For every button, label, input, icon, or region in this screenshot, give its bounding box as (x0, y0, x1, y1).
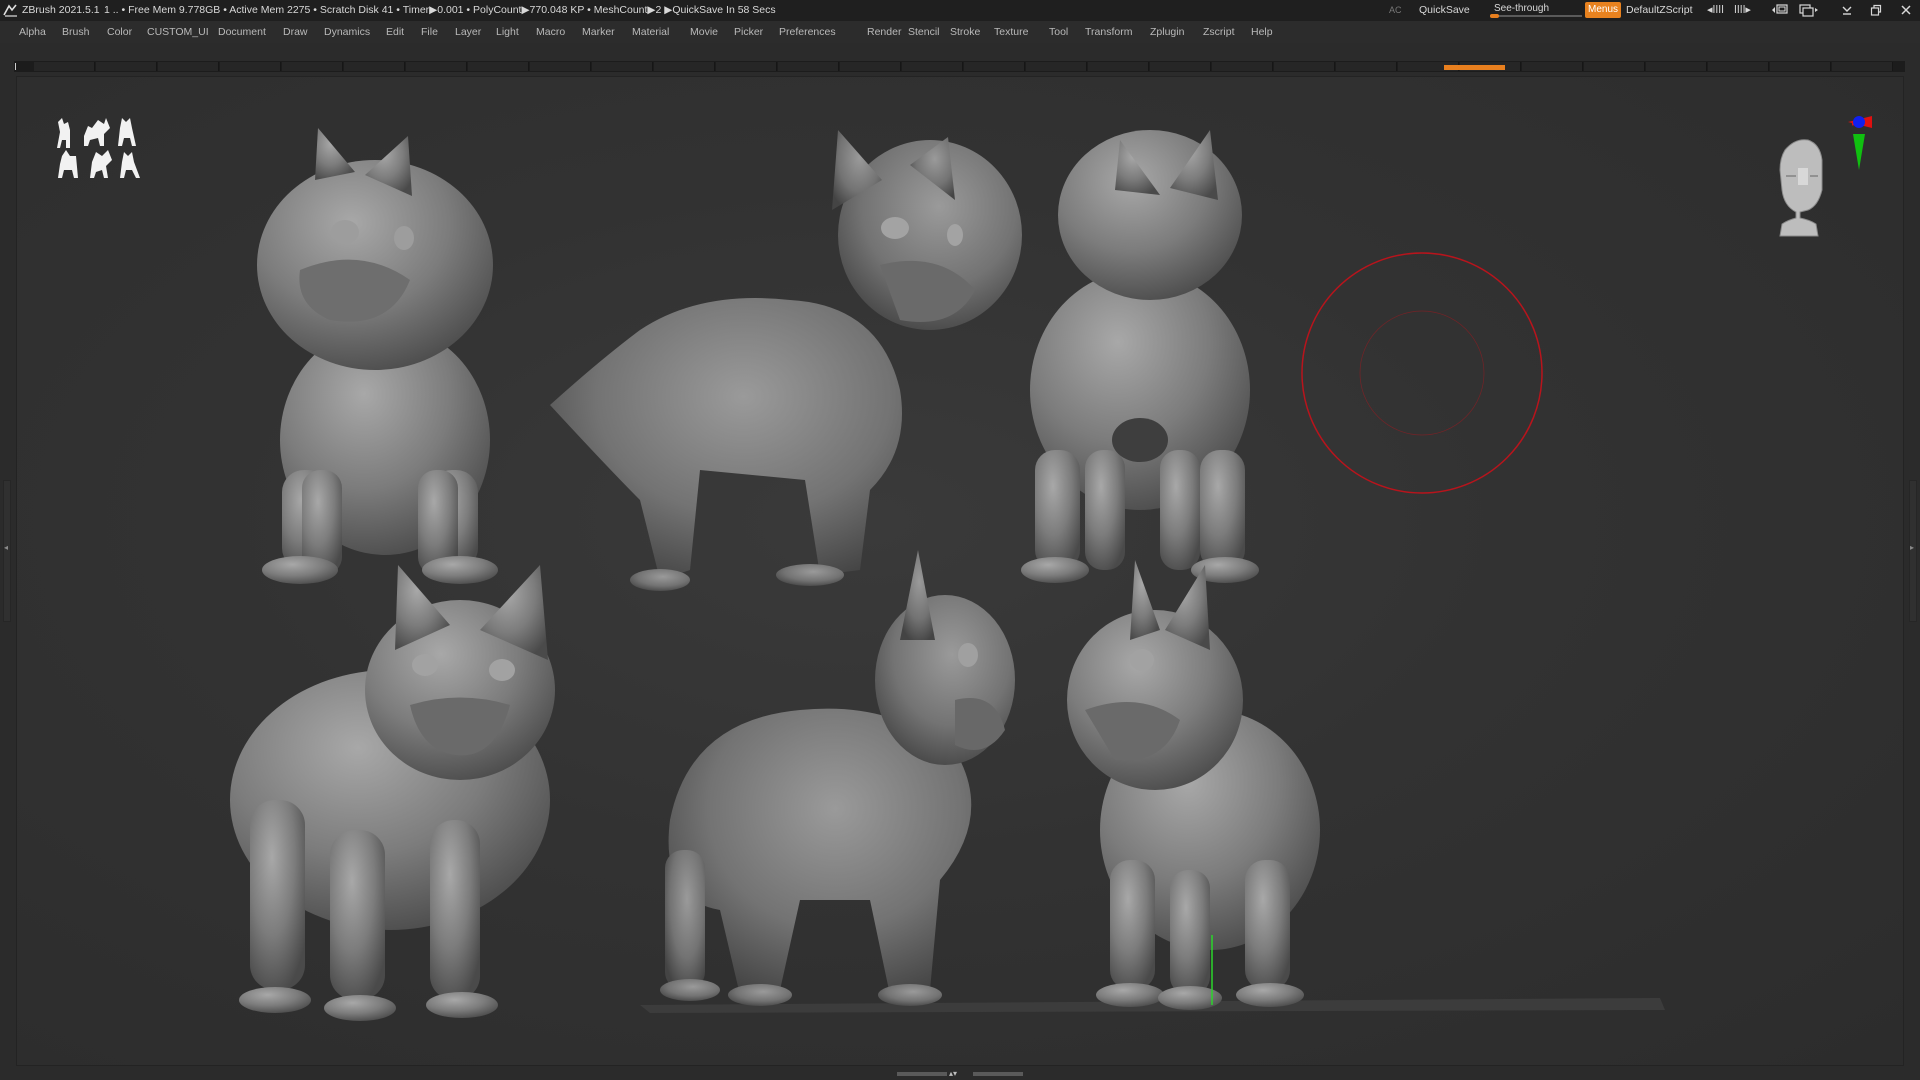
bottom-tray-handle[interactable]: ▴▾ (897, 1069, 1023, 1078)
left-tray-handle[interactable]: ◂ (3, 480, 11, 622)
default-zscript-label[interactable]: DefaultZScript (1626, 4, 1693, 16)
shelf-slot[interactable] (1336, 62, 1397, 71)
shelf-slot[interactable] (902, 62, 963, 71)
shelf-slot[interactable] (1212, 62, 1273, 71)
bottom-tray-arrow-icon: ▴▾ (949, 1069, 958, 1078)
shelf-slot[interactable] (158, 62, 219, 71)
shelf-slot[interactable] (220, 62, 281, 71)
shelf-slot[interactable] (344, 62, 405, 71)
menu-item-stroke[interactable]: Stroke (950, 26, 980, 38)
shelf-slot[interactable] (530, 62, 591, 71)
menu-item-dynamics[interactable]: Dynamics (324, 26, 370, 38)
menu-item-material[interactable]: Material (632, 26, 669, 38)
shelf-slot[interactable] (406, 62, 467, 71)
minimize-icon[interactable] (1841, 3, 1853, 17)
document-border (16, 76, 1904, 1066)
right-tray-handle[interactable]: ▸ (1909, 480, 1917, 622)
shelf-slot[interactable] (1832, 62, 1893, 71)
zbrush-logo-icon (3, 4, 17, 17)
bottom-tray-bar-right (973, 1072, 1023, 1076)
shelf-slot[interactable] (1026, 62, 1087, 71)
menu-item-macro[interactable]: Macro (536, 26, 565, 38)
menu-item-zscript[interactable]: Zscript (1203, 26, 1235, 38)
status-readout: 1 .. • Free Mem 9.778GB • Active Mem 227… (104, 4, 776, 16)
app-title: ZBrush 2021.5.1 (22, 4, 100, 16)
menu-item-file[interactable]: File (421, 26, 438, 38)
menu-item-document[interactable]: Document (218, 26, 266, 38)
menu-item-movie[interactable]: Movie (690, 26, 718, 38)
restore-icon[interactable] (1870, 3, 1882, 17)
menu-item-marker[interactable]: Marker (582, 26, 615, 38)
shelf-slot[interactable] (1584, 62, 1645, 71)
shelf-marker (15, 63, 16, 70)
see-through-fill (1490, 14, 1500, 18)
menu-item-preferences[interactable]: Preferences (779, 26, 836, 38)
menu-item-custom-ui[interactable]: CUSTOM_UI (147, 26, 209, 38)
see-through-label: See-through (1494, 3, 1550, 14)
quicksave-button[interactable]: QuickSave (1416, 2, 1473, 19)
shelf-slot[interactable] (1274, 62, 1335, 71)
shelf-slot[interactable] (1088, 62, 1149, 71)
shelf-slot[interactable] (840, 62, 901, 71)
top-shelf (14, 61, 1905, 72)
menu-bar: Alpha Brush Color CUSTOM_UI Document Draw Dyna… (0, 21, 1920, 43)
shelf-slot[interactable] (964, 62, 1025, 71)
menu-item-render[interactable]: Render (867, 26, 901, 38)
shelf-slot[interactable] (468, 62, 529, 71)
shelf-slot[interactable] (1708, 62, 1769, 71)
menu-item-texture[interactable]: Texture (994, 26, 1028, 38)
menu-item-zplugin[interactable]: Zplugin (1150, 26, 1184, 38)
bottom-tray-bar-left (897, 1072, 947, 1076)
document-canvas[interactable] (16, 76, 1904, 1066)
menu-item-brush[interactable]: Brush (62, 26, 89, 38)
see-through-slider[interactable]: See-through (1488, 0, 1588, 21)
menu-item-alpha[interactable]: Alpha (19, 26, 46, 38)
ac-label[interactable]: AC (1389, 5, 1402, 15)
shelf-slot[interactable] (96, 62, 157, 71)
menu-item-layer[interactable]: Layer (455, 26, 481, 38)
menu-item-edit[interactable]: Edit (386, 26, 404, 38)
menu-item-light[interactable]: Light (496, 26, 519, 38)
menus-toggle-button[interactable]: Menus (1585, 2, 1621, 18)
shelf-slot[interactable] (1150, 62, 1211, 71)
menu-item-picker[interactable]: Picker (734, 26, 763, 38)
shelf-slot[interactable] (1522, 62, 1583, 71)
close-icon[interactable] (1900, 3, 1912, 17)
menu-item-color[interactable]: Color (107, 26, 132, 38)
left-tray-arrow-icon: ◂ (4, 543, 9, 552)
menu-item-stencil[interactable]: Stencil (908, 26, 940, 38)
shelf-slot[interactable] (1646, 62, 1707, 71)
menu-item-transform[interactable]: Transform (1085, 26, 1132, 38)
shelf-slot[interactable] (592, 62, 653, 71)
shrink-left-icon[interactable]: ◂ǀǀǀǀ (1707, 3, 1724, 17)
menu-item-help[interactable]: Help (1251, 26, 1273, 38)
shelf-slot[interactable] (282, 62, 343, 71)
layout-swap-icon[interactable] (1799, 3, 1819, 17)
shelf-slot[interactable] (654, 62, 715, 71)
menu-item-tool[interactable]: Tool (1049, 26, 1068, 38)
right-tray-arrow-icon: ▸ (1910, 543, 1915, 552)
see-through-track[interactable] (1490, 14, 1582, 18)
shelf-slot[interactable] (34, 62, 95, 71)
title-bar: ZBrush 2021.5.1 1 .. • Free Mem 9.778GB … (0, 0, 1920, 21)
shelf-slot[interactable] (778, 62, 839, 71)
layout-switch-icon[interactable] (1771, 3, 1789, 17)
shelf-slot[interactable] (1770, 62, 1831, 71)
shrink-right-icon[interactable]: ǀǀǀǀ▸ (1734, 3, 1751, 17)
menu-item-draw[interactable]: Draw (283, 26, 308, 38)
shelf-slot[interactable] (716, 62, 777, 71)
active-shelf-indicator[interactable] (1444, 65, 1505, 70)
